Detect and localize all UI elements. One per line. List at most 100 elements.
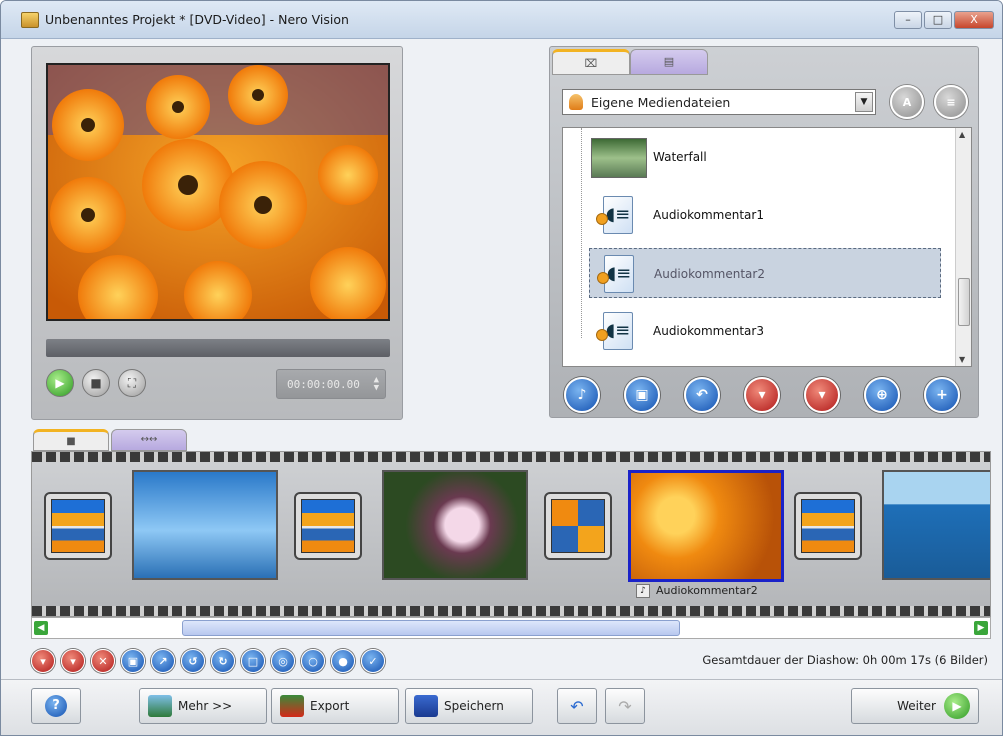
window-title: Unbenanntes Projekt * [DVD-Video] - Nero… xyxy=(45,12,349,27)
duration-button[interactable]: ○ xyxy=(301,649,325,673)
close-button[interactable]: X xyxy=(954,11,994,29)
storyboard-scroll-thumb[interactable] xyxy=(182,620,680,636)
enhance-button[interactable]: ↗ xyxy=(151,649,175,673)
crop-button[interactable]: ▣ xyxy=(121,649,145,673)
list-item[interactable]: ◖≡ Audiokommentar3 xyxy=(589,306,941,356)
timecode-spinner-icon[interactable]: ▲ ▼ xyxy=(374,376,379,393)
title-bar: Unbenanntes Projekt * [DVD-Video] - Nero… xyxy=(1,1,1002,39)
timecode-value: 00:00:00.00 xyxy=(287,378,360,391)
transition-icon xyxy=(801,499,855,553)
slideshow-duration: Gesamtdauer der Diashow: 0h 00m 17s (6 B… xyxy=(702,653,988,667)
save-button-label: Speichern xyxy=(444,699,504,713)
minimize-button[interactable]: – xyxy=(894,11,922,29)
floppy-disk-icon xyxy=(414,695,438,717)
scroll-right-icon[interactable]: ▶ xyxy=(974,621,988,635)
maximize-button[interactable]: □ xyxy=(924,11,952,29)
storyboard-scrollbar[interactable]: ◀ ▶ xyxy=(31,617,991,639)
delete-slide-button[interactable]: ▾ xyxy=(31,649,55,673)
scroll-thumb[interactable] xyxy=(958,278,970,326)
export-button[interactable]: Export xyxy=(271,688,399,724)
film-perforation xyxy=(32,606,990,616)
color-button[interactable]: ● xyxy=(331,649,355,673)
timecode-display[interactable]: 00:00:00.00 ▲ ▼ xyxy=(276,369,386,399)
list-item-label: Audiokommentar3 xyxy=(653,324,764,338)
rotate-left-button[interactable]: ↺ xyxy=(181,649,205,673)
tab-media-grid[interactable]: ▤ xyxy=(630,49,708,75)
add-tool-button[interactable]: + xyxy=(924,377,960,413)
media-list: Waterfall ◖≡ Audiokommentar1 ◖≡ Audiokom… xyxy=(562,127,972,367)
audio-file-icon: ◖≡ xyxy=(596,196,633,234)
media-browser: ⌧ ▤ Eigene Mediendateien ▼ A ≡ Waterfall… xyxy=(549,46,979,418)
save-button[interactable]: Speichern xyxy=(405,688,533,724)
next-button[interactable]: Weiter ▶ xyxy=(851,688,979,724)
tab-media-list[interactable]: ⌧ xyxy=(552,49,630,75)
preview-screen xyxy=(46,63,390,321)
tab-timeline[interactable]: ↔↔ xyxy=(111,429,187,451)
film-perforation xyxy=(32,452,990,462)
tab-storyboard[interactable]: ■ xyxy=(33,429,109,451)
audio-file-icon: ◖≡ xyxy=(596,312,633,350)
remove-tool-button[interactable]: ▾ xyxy=(744,377,780,413)
preview-scrubber[interactable] xyxy=(46,339,390,357)
stop-button[interactable]: ■ xyxy=(82,369,110,397)
dropdown-arrow-icon[interactable]: ▼ xyxy=(855,92,873,112)
more-icon xyxy=(148,695,172,717)
transition-slot[interactable] xyxy=(544,492,612,560)
slide-thumbnail[interactable] xyxy=(882,470,990,580)
slide-thumbnail[interactable] xyxy=(132,470,278,580)
more-button-label: Mehr >> xyxy=(178,699,233,713)
slide-thumbnail-selected[interactable] xyxy=(628,470,784,582)
list-item-label: Waterfall xyxy=(653,150,707,164)
preview-image xyxy=(48,65,388,319)
app-icon xyxy=(21,12,39,28)
list-item[interactable]: Waterfall xyxy=(589,132,941,182)
waterfall-thumbnail xyxy=(591,138,647,178)
remove-all-tool-button[interactable]: ▾ xyxy=(804,377,840,413)
list-item[interactable]: ◖≡ Audiokommentar1 xyxy=(589,190,941,240)
filter-button[interactable]: ≡ xyxy=(934,85,968,119)
transition-slot[interactable] xyxy=(44,492,112,560)
apply-button[interactable]: ✓ xyxy=(361,649,385,673)
next-button-label: Weiter xyxy=(897,699,936,713)
media-list-scrollbar[interactable]: ▲ ▼ xyxy=(955,128,971,366)
slide-caption: ♪ Audiokommentar2 xyxy=(636,584,758,598)
audio-tool-button[interactable]: ♪ xyxy=(564,377,600,413)
play-button[interactable]: ▶ xyxy=(46,369,74,397)
target-tool-button[interactable]: ⊕ xyxy=(864,377,900,413)
transition-slot[interactable] xyxy=(294,492,362,560)
undo-button[interactable]: ↶ xyxy=(557,688,597,724)
storyboard-strip: ♪ Audiokommentar2 xyxy=(31,451,991,617)
app-window: Unbenanntes Projekt * [DVD-Video] - Nero… xyxy=(0,0,1003,736)
zoom-button[interactable]: ◎ xyxy=(271,649,295,673)
undo-tool-button[interactable]: ↶ xyxy=(684,377,720,413)
delete-tool-button[interactable]: ▣ xyxy=(624,377,660,413)
help-button[interactable]: ? xyxy=(31,688,81,724)
remove-effect-button[interactable]: ✕ xyxy=(91,649,115,673)
fullscreen-button[interactable]: ⛶ xyxy=(118,369,146,397)
preview-panel: ▶ ■ ⛶ 00:00:00.00 ▲ ▼ xyxy=(31,46,403,420)
export-icon xyxy=(280,695,304,717)
help-icon: ? xyxy=(45,695,67,717)
forward-arrow-icon: ▶ xyxy=(944,693,970,719)
scroll-left-icon[interactable]: ◀ xyxy=(34,621,48,635)
scroll-up-icon[interactable]: ▲ xyxy=(959,130,965,139)
transition-icon xyxy=(51,499,105,553)
frame-button[interactable]: □ xyxy=(241,649,265,673)
media-source-value: Eigene Mediendateien xyxy=(591,95,731,110)
list-item-label: Audiokommentar1 xyxy=(653,208,764,222)
list-item-selected[interactable]: ◖≡ Audiokommentar2 xyxy=(589,248,941,298)
more-button[interactable]: Mehr >> xyxy=(139,688,267,724)
media-source-select[interactable]: Eigene Mediendateien ▼ xyxy=(562,89,876,115)
export-button-label: Export xyxy=(310,699,350,713)
transition-slot[interactable] xyxy=(794,492,862,560)
scroll-down-icon[interactable]: ▼ xyxy=(959,355,965,364)
redo-button[interactable]: ↷ xyxy=(605,688,645,724)
slide-caption-label: Audiokommentar2 xyxy=(656,584,758,597)
delete-all-button[interactable]: ▾ xyxy=(61,649,85,673)
bottom-bar: ? Mehr >> Export Speichern ↶ ↷ Weiter ▶ xyxy=(1,679,1002,735)
autoplay-button[interactable]: A xyxy=(890,85,924,119)
rotate-right-button[interactable]: ↻ xyxy=(211,649,235,673)
tree-line xyxy=(581,128,582,338)
list-item-label: Audiokommentar2 xyxy=(654,267,765,281)
slide-thumbnail[interactable] xyxy=(382,470,528,580)
